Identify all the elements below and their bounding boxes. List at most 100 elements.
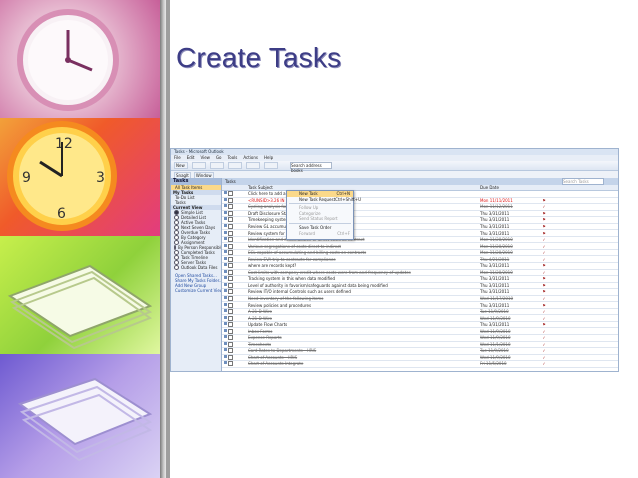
radio-button[interactable] (174, 265, 179, 270)
task-due-date: Thu 3/31/2011 (480, 302, 510, 308)
complete-checkbox[interactable] (228, 269, 233, 275)
task-due-date: Thu 3/31/2011 (480, 210, 510, 216)
flag-icon[interactable]: ⚑ (540, 231, 548, 236)
complete-checkbox[interactable] (228, 230, 233, 236)
move-button[interactable] (210, 162, 224, 169)
menu-item-help[interactable]: Help (264, 155, 273, 161)
row-icons (222, 191, 246, 197)
complete-checkbox[interactable] (228, 322, 233, 328)
complete-checkbox[interactable] (228, 250, 233, 256)
menu-item-edit[interactable]: Edit (187, 155, 195, 161)
task-due-date: Thu 3/31/2011 (480, 276, 510, 282)
checkmark-icon[interactable]: ✓ (540, 296, 548, 301)
complete-checkbox[interactable] (228, 309, 233, 315)
task-row[interactable]: Chart of Accounts Integrate Fri 11/5/2010… (222, 361, 618, 368)
reply-button[interactable] (246, 162, 260, 169)
checkmark-icon[interactable]: ✓ (540, 257, 548, 262)
task-icon (224, 204, 227, 208)
print-button[interactable] (192, 162, 206, 169)
checkmark-icon[interactable]: ✓ (540, 329, 548, 334)
menu-item-tools[interactable]: Tools (228, 155, 238, 161)
flag-icon[interactable]: ⚑ (540, 283, 548, 288)
complete-checkbox[interactable] (228, 302, 233, 308)
complete-checkbox[interactable] (228, 197, 233, 203)
checkmark-icon[interactable]: ✓ (540, 244, 548, 249)
complete-checkbox[interactable] (228, 204, 233, 210)
checkmark-icon[interactable]: ✓ (540, 250, 548, 255)
checkmark-icon[interactable]: ✓ (540, 309, 548, 314)
complete-checkbox[interactable] (228, 348, 233, 354)
task-search-input[interactable]: Search Tasks (562, 178, 604, 185)
task-subject: Timesheets (248, 341, 271, 347)
complete-checkbox[interactable] (228, 210, 233, 216)
complete-checkbox[interactable] (228, 361, 233, 367)
clock-image-orange: 12 3 6 9 (0, 118, 160, 236)
checkmark-icon[interactable]: ✓ (540, 204, 548, 209)
task-icon (224, 191, 227, 195)
nav-header: Tasks (171, 178, 221, 185)
checkmark-icon[interactable]: ✓ (540, 316, 548, 321)
checkmark-icon[interactable]: ✓ (540, 270, 548, 275)
checkmark-icon[interactable]: ✓ (540, 237, 548, 242)
column-subject[interactable]: Task Subject (246, 185, 478, 190)
task-due-date: Thu 3/31/2011 (480, 230, 510, 236)
column-due-date[interactable]: Due Date (478, 185, 540, 190)
flag-icon[interactable]: ⚑ (540, 303, 548, 308)
complete-checkbox[interactable] (228, 296, 233, 302)
menu-item-go[interactable]: Go (216, 155, 222, 161)
task-rows: Click here to add a new Task <RUNSID>3.26… (222, 191, 618, 368)
checkmark-icon[interactable]: ✓ (540, 361, 548, 366)
complete-checkbox[interactable] (228, 276, 233, 282)
complete-checkbox[interactable] (228, 354, 233, 360)
complete-checkbox[interactable] (228, 256, 233, 262)
complete-checkbox[interactable] (228, 315, 233, 321)
task-icon (224, 230, 227, 234)
reply-all-button[interactable] (264, 162, 278, 169)
complete-checkbox[interactable] (228, 217, 233, 223)
task-icon (224, 224, 227, 227)
complete-checkbox[interactable] (228, 237, 233, 243)
nav-link[interactable]: Customize Current View... (171, 288, 221, 293)
paper-stack-icon (7, 264, 153, 350)
flag-icon[interactable]: ⚑ (540, 322, 548, 327)
menu-item-view[interactable]: View (200, 155, 210, 161)
menu-item-actions[interactable]: Actions (243, 155, 258, 161)
task-icon (224, 210, 227, 214)
complete-checkbox[interactable] (228, 335, 233, 341)
address-search-input[interactable]: Search address books (290, 162, 332, 173)
row-icons (222, 322, 246, 328)
complete-checkbox[interactable] (228, 341, 233, 347)
flag-icon[interactable]: ⚑ (540, 263, 548, 268)
flag-icon[interactable]: ⚑ (540, 198, 548, 203)
menu-item-new-task-request[interactable]: New Task Request Ctrl+Shift+U (287, 197, 361, 203)
row-icons (222, 354, 246, 360)
menu-item-file[interactable]: File (174, 155, 181, 161)
complete-checkbox[interactable] (228, 224, 233, 229)
complete-checkbox[interactable] (228, 289, 233, 295)
complete-checkbox[interactable] (228, 191, 233, 197)
delete-button[interactable] (228, 162, 242, 169)
complete-checkbox[interactable] (228, 282, 233, 288)
complete-checkbox[interactable] (228, 243, 233, 249)
clock-icon: 12 3 6 9 (7, 121, 117, 231)
flag-icon[interactable]: ⚑ (540, 217, 548, 222)
checkmark-icon[interactable]: ✓ (540, 342, 548, 347)
flag-icon[interactable]: ⚑ (540, 289, 548, 294)
flag-icon[interactable]: ⚑ (540, 276, 548, 281)
flag-icon[interactable]: ⚑ (540, 224, 548, 229)
svg-text:6: 6 (57, 206, 66, 222)
checkmark-icon[interactable]: ✓ (540, 348, 548, 353)
new-button[interactable]: New (174, 162, 188, 169)
task-icon (224, 341, 227, 345)
row-icons (222, 276, 246, 282)
task-due-date: Mon 11/28/2010 (480, 269, 513, 275)
checkmark-icon[interactable]: ✓ (540, 335, 548, 340)
complete-checkbox[interactable] (228, 328, 233, 334)
complete-checkbox[interactable] (228, 263, 233, 269)
task-icon (224, 256, 227, 260)
checkmark-icon[interactable]: ✓ (540, 355, 548, 360)
view-option[interactable]: Outlook Data Files (171, 265, 221, 270)
outlook-screenshot: Tasks - Microsoft Outlook File Edit View Go… (170, 148, 619, 372)
task-subject: Chart of Accounts Integrate (248, 361, 304, 367)
flag-icon[interactable]: ⚑ (540, 211, 548, 216)
